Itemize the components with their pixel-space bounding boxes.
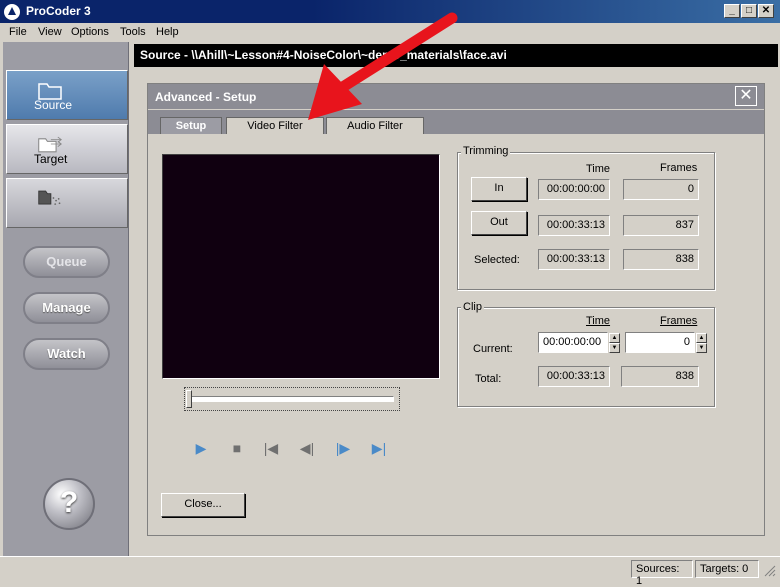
current-time-input[interactable]: 00:00:00:00 xyxy=(538,332,608,353)
tab-setup[interactable]: Setup xyxy=(160,117,222,134)
total-time-field: 00:00:33:13 xyxy=(538,366,610,387)
help-icon[interactable]: ? xyxy=(43,478,95,530)
current-label: Current: xyxy=(473,343,513,355)
source-path-bar: Source - \\Ahill\~Lesson#4-NoiseColor\~d… xyxy=(134,44,778,67)
clip-label: Clip xyxy=(461,301,484,313)
trimming-frames-header: Frames xyxy=(660,162,698,174)
out-frames-field: 837 xyxy=(623,215,699,236)
timeline-slider[interactable] xyxy=(188,396,394,402)
watch-button[interactable]: Watch xyxy=(23,338,110,370)
out-button[interactable]: Out xyxy=(471,211,527,235)
app-icon xyxy=(4,4,20,20)
status-bar: Sources: 1 Targets: 0 xyxy=(0,556,780,587)
nav-convert-tab[interactable] xyxy=(6,178,128,228)
menu-file[interactable]: File xyxy=(9,26,27,38)
timeline-slider-thumb[interactable] xyxy=(186,390,192,408)
selected-time-field: 00:00:33:13 xyxy=(538,249,610,270)
sources-count: Sources: 1 xyxy=(631,560,693,587)
targets-count: Targets: 0 xyxy=(695,560,759,578)
sidebar: Source Target Queue Manage Watch ? xyxy=(3,42,129,556)
play-icon[interactable]: ▶ xyxy=(192,440,210,456)
video-preview xyxy=(162,154,440,379)
queue-button[interactable]: Queue xyxy=(23,246,110,278)
stop-icon[interactable]: ■ xyxy=(228,440,246,456)
in-button[interactable]: In xyxy=(471,177,527,201)
maximize-button[interactable]: □ xyxy=(741,4,757,18)
go-to-start-icon[interactable]: |◀ xyxy=(262,440,280,456)
total-label: Total: xyxy=(475,373,502,385)
menu-tools[interactable]: Tools xyxy=(120,26,146,38)
spin-up-icon[interactable]: ▲ xyxy=(609,333,620,343)
spin-down-icon[interactable]: ▼ xyxy=(609,343,620,353)
out-time-field: 00:00:33:13 xyxy=(538,215,610,236)
dialog-title: Advanced - Setup xyxy=(148,84,764,109)
convert-icon xyxy=(38,190,61,205)
selected-frames-field: 838 xyxy=(623,249,699,270)
current-time-spinner[interactable]: ▲ ▼ xyxy=(609,333,620,353)
spin-down-icon[interactable]: ▼ xyxy=(696,343,707,353)
step-forward-icon[interactable]: |▶ xyxy=(334,440,352,456)
nav-source-tab[interactable]: Source xyxy=(6,70,128,120)
advanced-setup-dialog: Advanced - Setup ✕ Setup Video Filter Au… xyxy=(147,83,765,536)
current-frames-input[interactable]: 0 xyxy=(625,332,695,353)
dialog-close-icon[interactable]: ✕ xyxy=(735,86,757,106)
menu-view[interactable]: View xyxy=(38,26,62,38)
nav-target-label: Target xyxy=(34,152,68,166)
in-time-field: 00:00:00:00 xyxy=(538,179,610,200)
selected-label: Selected: xyxy=(474,254,520,266)
window-title: ProCoder 3 xyxy=(26,4,91,18)
spin-up-icon[interactable]: ▲ xyxy=(696,333,707,343)
minimize-button[interactable]: _ xyxy=(724,4,740,18)
resize-grip-icon[interactable] xyxy=(762,563,776,577)
total-frames-field: 838 xyxy=(621,366,699,387)
trimming-time-header: Time xyxy=(586,163,611,175)
clip-time-header: Time xyxy=(586,315,611,327)
title-bar: ProCoder 3 _ □ ✕ xyxy=(0,0,780,23)
close-button[interactable]: Close... xyxy=(161,493,245,517)
menu-options[interactable]: Options xyxy=(71,26,109,38)
step-back-icon[interactable]: ◀| xyxy=(298,440,316,456)
nav-source-label: Source xyxy=(34,98,73,112)
nav-target-tab[interactable]: Target xyxy=(6,124,128,174)
tab-strip: Setup Video Filter Audio Filter xyxy=(148,110,764,134)
tab-audio-filter[interactable]: Audio Filter xyxy=(326,117,424,134)
current-frames-spinner[interactable]: ▲ ▼ xyxy=(696,333,707,353)
in-frames-field: 0 xyxy=(623,179,699,200)
menu-help[interactable]: Help xyxy=(156,26,179,38)
menu-bar: File View Options Tools Help xyxy=(0,23,780,42)
close-window-button[interactable]: ✕ xyxy=(758,4,774,18)
trimming-label: Trimming xyxy=(461,145,511,157)
clip-frames-header: Frames xyxy=(660,315,698,327)
tab-video-filter[interactable]: Video Filter xyxy=(226,117,324,134)
manage-button[interactable]: Manage xyxy=(23,292,110,324)
go-to-end-icon[interactable]: ▶| xyxy=(370,440,388,456)
